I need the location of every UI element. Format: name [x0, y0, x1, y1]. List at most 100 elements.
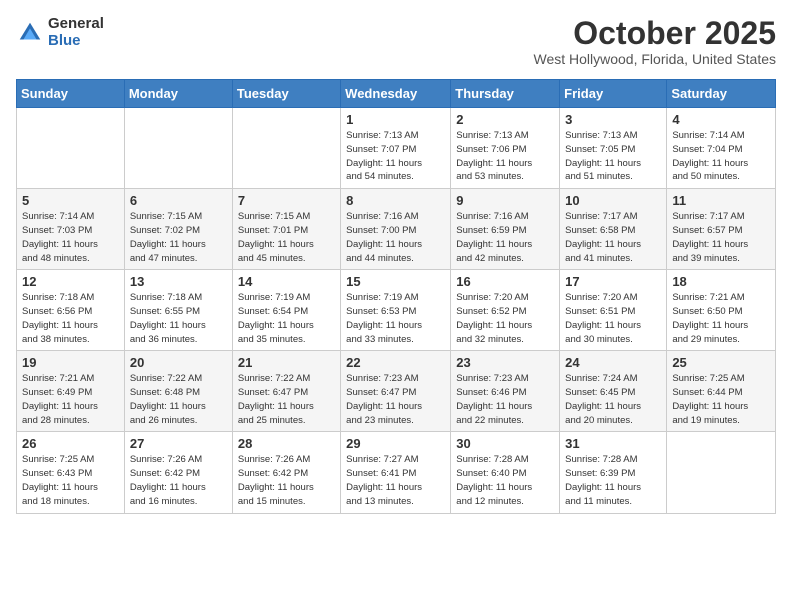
title-block: October 2025 West Hollywood, Florida, Un… [533, 16, 776, 67]
day-info: Sunrise: 7:13 AM Sunset: 7:07 PM Dayligh… [346, 129, 445, 184]
day-number: 16 [456, 274, 554, 289]
calendar-week-row: 12 Sunrise: 7:18 AM Sunset: 6:56 PM Dayli… [17, 270, 776, 351]
day-info: Sunrise: 7:25 AM Sunset: 6:43 PM Dayligh… [22, 453, 119, 508]
page-header: General Blue October 2025 West Hollywood… [16, 16, 776, 67]
day-info: Sunrise: 7:22 AM Sunset: 6:47 PM Dayligh… [238, 372, 335, 427]
calendar-cell: 30 Sunrise: 7:28 AM Sunset: 6:40 PM Dayli… [451, 432, 560, 513]
calendar-cell: 20 Sunrise: 7:22 AM Sunset: 6:48 PM Dayli… [124, 351, 232, 432]
calendar-cell: 10 Sunrise: 7:17 AM Sunset: 6:58 PM Dayli… [560, 189, 667, 270]
column-header-saturday: Saturday [667, 80, 776, 108]
day-info: Sunrise: 7:28 AM Sunset: 6:40 PM Dayligh… [456, 453, 554, 508]
day-number: 29 [346, 436, 445, 451]
day-number: 1 [346, 112, 445, 127]
logo: General Blue [16, 16, 104, 49]
calendar-cell: 27Sunrise: 7:26 AM Sunset: 6:42 PM Dayli… [124, 432, 232, 513]
calendar-cell: 16 Sunrise: 7:20 AM Sunset: 6:52 PM Dayli… [451, 270, 560, 351]
calendar-cell: 9 Sunrise: 7:16 AM Sunset: 6:59 PM Daylig… [451, 189, 560, 270]
day-info: Sunrise: 7:17 AM Sunset: 6:58 PM Dayligh… [565, 210, 661, 265]
column-header-thursday: Thursday [451, 80, 560, 108]
day-number: 8 [346, 193, 445, 208]
day-info: Sunrise: 7:26 AM Sunset: 6:42 PM Dayligh… [130, 453, 227, 508]
day-info: Sunrise: 7:23 AM Sunset: 6:46 PM Dayligh… [456, 372, 554, 427]
location: West Hollywood, Florida, United States [533, 51, 776, 67]
day-number: 9 [456, 193, 554, 208]
day-number: 20 [130, 355, 227, 370]
logo-text: General Blue [48, 16, 104, 49]
day-info: Sunrise: 7:18 AM Sunset: 6:56 PM Dayligh… [22, 291, 119, 346]
day-number: 21 [238, 355, 335, 370]
day-info: Sunrise: 7:14 AM Sunset: 7:03 PM Dayligh… [22, 210, 119, 265]
calendar-cell: 28 Sunrise: 7:26 AM Sunset: 6:42 PM Dayli… [232, 432, 340, 513]
day-info: Sunrise: 7:22 AM Sunset: 6:48 PM Dayligh… [130, 372, 227, 427]
day-number: 4 [672, 112, 770, 127]
day-number: 25 [672, 355, 770, 370]
day-info: Sunrise: 7:23 AM Sunset: 6:47 PM Dayligh… [346, 372, 445, 427]
day-number: 3 [565, 112, 661, 127]
month-title: October 2025 [533, 16, 776, 51]
day-number: 31 [565, 436, 661, 451]
day-number: 19 [22, 355, 119, 370]
calendar-cell: 5 Sunrise: 7:14 AM Sunset: 7:03 PM Daylig… [17, 189, 125, 270]
calendar-week-row: 19 Sunrise: 7:21 AM Sunset: 6:49 PM Dayli… [17, 351, 776, 432]
day-number: 5 [22, 193, 119, 208]
day-number: 2 [456, 112, 554, 127]
day-number: 7 [238, 193, 335, 208]
day-number: 6 [130, 193, 227, 208]
day-info: Sunrise: 7:19 AM Sunset: 6:53 PM Dayligh… [346, 291, 445, 346]
calendar-cell: 31Sunrise: 7:28 AM Sunset: 6:39 PM Dayli… [560, 432, 667, 513]
calendar-cell: 3 Sunrise: 7:13 AM Sunset: 7:05 PM Daylig… [560, 108, 667, 189]
day-number: 18 [672, 274, 770, 289]
calendar-cell: 24Sunrise: 7:24 AM Sunset: 6:45 PM Dayli… [560, 351, 667, 432]
day-info: Sunrise: 7:25 AM Sunset: 6:44 PM Dayligh… [672, 372, 770, 427]
calendar-cell: 17Sunrise: 7:20 AM Sunset: 6:51 PM Dayli… [560, 270, 667, 351]
calendar-table: SundayMondayTuesdayWednesdayThursdayFrid… [16, 79, 776, 513]
calendar-cell [124, 108, 232, 189]
day-info: Sunrise: 7:24 AM Sunset: 6:45 PM Dayligh… [565, 372, 661, 427]
calendar-cell: 23Sunrise: 7:23 AM Sunset: 6:46 PM Dayli… [451, 351, 560, 432]
calendar-cell: 22 Sunrise: 7:23 AM Sunset: 6:47 PM Dayli… [341, 351, 451, 432]
day-info: Sunrise: 7:16 AM Sunset: 6:59 PM Dayligh… [456, 210, 554, 265]
day-number: 13 [130, 274, 227, 289]
day-number: 15 [346, 274, 445, 289]
day-info: Sunrise: 7:13 AM Sunset: 7:05 PM Dayligh… [565, 129, 661, 184]
column-header-wednesday: Wednesday [341, 80, 451, 108]
day-info: Sunrise: 7:18 AM Sunset: 6:55 PM Dayligh… [130, 291, 227, 346]
day-number: 14 [238, 274, 335, 289]
logo-icon [16, 19, 44, 47]
day-number: 22 [346, 355, 445, 370]
calendar-cell: 14Sunrise: 7:19 AM Sunset: 6:54 PM Dayli… [232, 270, 340, 351]
calendar-cell: 11Sunrise: 7:17 AM Sunset: 6:57 PM Dayli… [667, 189, 776, 270]
column-header-monday: Monday [124, 80, 232, 108]
calendar-cell: 25 Sunrise: 7:25 AM Sunset: 6:44 PM Dayli… [667, 351, 776, 432]
day-info: Sunrise: 7:27 AM Sunset: 6:41 PM Dayligh… [346, 453, 445, 508]
calendar-cell: 21 Sunrise: 7:22 AM Sunset: 6:47 PM Dayli… [232, 351, 340, 432]
day-info: Sunrise: 7:21 AM Sunset: 6:50 PM Dayligh… [672, 291, 770, 346]
day-info: Sunrise: 7:13 AM Sunset: 7:06 PM Dayligh… [456, 129, 554, 184]
day-info: Sunrise: 7:21 AM Sunset: 6:49 PM Dayligh… [22, 372, 119, 427]
calendar-header-row: SundayMondayTuesdayWednesdayThursdayFrid… [17, 80, 776, 108]
calendar-week-row: 5 Sunrise: 7:14 AM Sunset: 7:03 PM Daylig… [17, 189, 776, 270]
column-header-friday: Friday [560, 80, 667, 108]
day-number: 30 [456, 436, 554, 451]
column-header-sunday: Sunday [17, 80, 125, 108]
calendar-cell: 26Sunrise: 7:25 AM Sunset: 6:43 PM Dayli… [17, 432, 125, 513]
day-info: Sunrise: 7:16 AM Sunset: 7:00 PM Dayligh… [346, 210, 445, 265]
calendar-cell: 8 Sunrise: 7:16 AM Sunset: 7:00 PM Daylig… [341, 189, 451, 270]
day-info: Sunrise: 7:14 AM Sunset: 7:04 PM Dayligh… [672, 129, 770, 184]
calendar-week-row: 1 Sunrise: 7:13 AM Sunset: 7:07 PM Daylig… [17, 108, 776, 189]
calendar-cell: 2 Sunrise: 7:13 AM Sunset: 7:06 PM Daylig… [451, 108, 560, 189]
logo-general: General [48, 16, 104, 33]
day-info: Sunrise: 7:15 AM Sunset: 7:01 PM Dayligh… [238, 210, 335, 265]
day-info: Sunrise: 7:20 AM Sunset: 6:52 PM Dayligh… [456, 291, 554, 346]
calendar-cell: 29 Sunrise: 7:27 AM Sunset: 6:41 PM Dayli… [341, 432, 451, 513]
day-number: 28 [238, 436, 335, 451]
day-number: 12 [22, 274, 119, 289]
calendar-cell [667, 432, 776, 513]
day-number: 11 [672, 193, 770, 208]
calendar-cell: 4 Sunrise: 7:14 AM Sunset: 7:04 PM Daylig… [667, 108, 776, 189]
day-info: Sunrise: 7:26 AM Sunset: 6:42 PM Dayligh… [238, 453, 335, 508]
logo-blue: Blue [48, 33, 104, 50]
calendar-week-row: 26Sunrise: 7:25 AM Sunset: 6:43 PM Dayli… [17, 432, 776, 513]
day-number: 10 [565, 193, 661, 208]
day-info: Sunrise: 7:20 AM Sunset: 6:51 PM Dayligh… [565, 291, 661, 346]
